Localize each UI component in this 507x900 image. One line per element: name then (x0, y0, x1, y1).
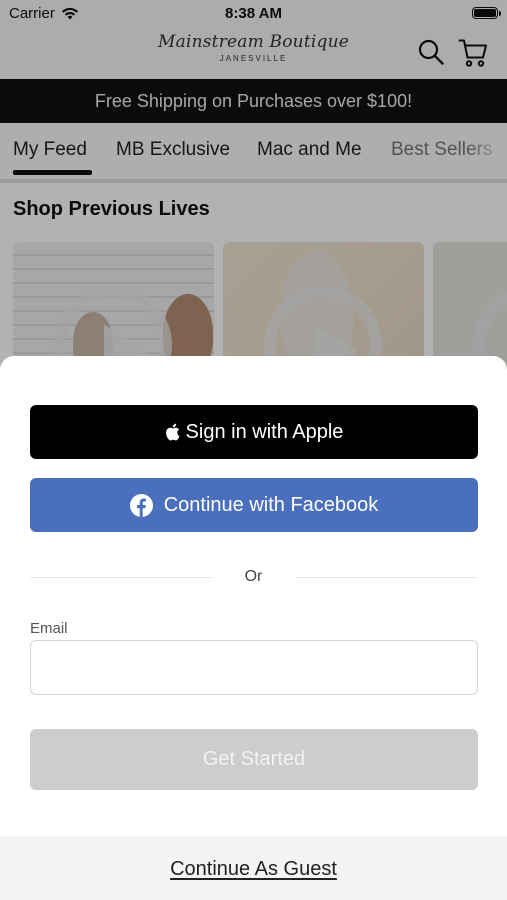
continue-as-guest-link[interactable]: Continue As Guest (0, 858, 507, 881)
sign-in-sheet: Sign in with Apple Continue with Faceboo… (0, 356, 507, 900)
email-label: Email (30, 620, 68, 637)
facebook-button-label: Continue with Facebook (163, 493, 379, 516)
facebook-icon (129, 493, 153, 517)
guest-footer: Continue As Guest (0, 836, 507, 900)
sign-in-with-apple-button[interactable]: Sign in with Apple (30, 405, 478, 459)
apple-button-label: Sign in with Apple (185, 420, 344, 443)
guest-link-label: Continue As Guest (170, 858, 337, 880)
get-started-button[interactable]: Get Started (30, 729, 478, 790)
apple-icon (165, 423, 180, 441)
continue-with-facebook-button[interactable]: Continue with Facebook (30, 478, 478, 532)
divider-right (296, 577, 478, 578)
get-started-label: Get Started (202, 748, 306, 770)
email-field[interactable] (30, 640, 478, 695)
